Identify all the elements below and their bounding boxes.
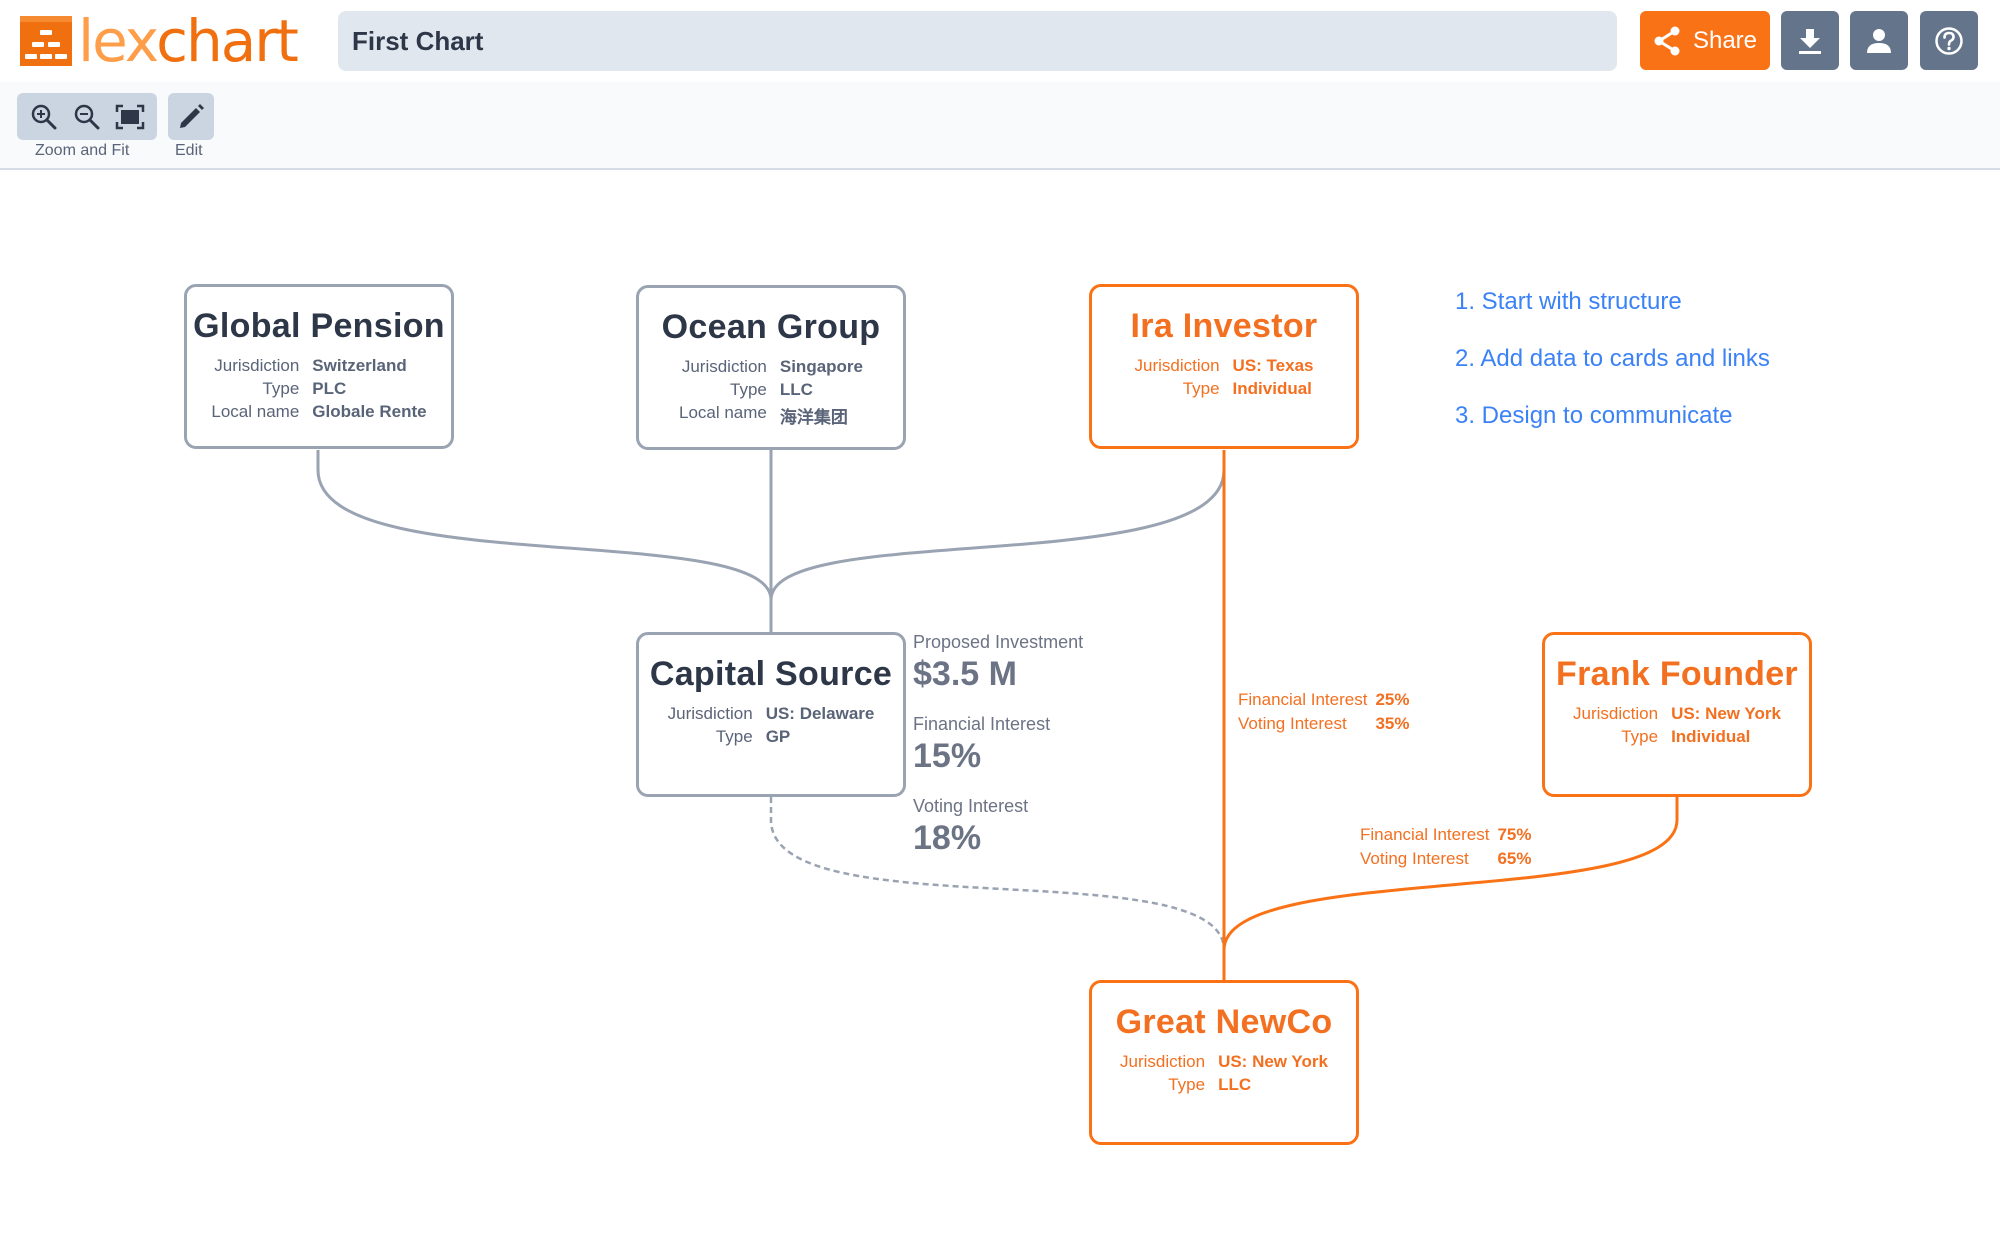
- link-label-frank-to-newco[interactable]: Financial Interest 75% Voting Interest 65%: [1360, 825, 1531, 869]
- chart-title-field[interactable]: [338, 11, 1617, 71]
- annotation-value: 15%: [913, 737, 982, 775]
- share-icon: [1654, 26, 1680, 55]
- zoom-and-fit-group: [17, 93, 157, 140]
- field-value: Singapore: [779, 357, 863, 376]
- field-label: Type: [1621, 727, 1659, 746]
- zoom-in-button[interactable]: [26, 99, 62, 135]
- link-frank-founder-to-great-newco: [1222, 797, 1679, 951]
- note-item: 2. Add data to cards and links: [1455, 345, 1770, 372]
- field-label: Jurisdiction: [667, 704, 753, 723]
- zoom-out-icon: [74, 104, 100, 129]
- lexchart-logo[interactable]: lexchart: [20, 7, 299, 75]
- edit-label: Edit: [175, 142, 203, 159]
- user-account-button[interactable]: [1850, 11, 1908, 70]
- download-button[interactable]: [1781, 11, 1839, 70]
- link-field-value: 75%: [1497, 825, 1532, 844]
- field-value: US: New York: [1218, 1052, 1328, 1071]
- entity-card-capital-source[interactable]: Capital Source Jurisdiction US: Delaware …: [636, 632, 906, 797]
- share-button[interactable]: Share: [1640, 11, 1770, 70]
- annotation-label: Financial Interest: [913, 714, 1051, 734]
- edit-button[interactable]: [168, 93, 214, 140]
- zoom-and-fit-label: Zoom and Fit: [35, 142, 130, 159]
- field-label: Type: [1168, 1075, 1206, 1094]
- link-label-ira-to-newco[interactable]: Financial Interest 25% Voting Interest 35%: [1238, 690, 1409, 734]
- link-field-value: 35%: [1375, 714, 1410, 733]
- link-field-value: 25%: [1375, 690, 1410, 709]
- share-label: Share: [1692, 26, 1758, 54]
- entity-title: Ocean Group: [661, 308, 881, 346]
- fit-screen-icon: [115, 104, 144, 129]
- field-label: Type: [1182, 379, 1220, 398]
- field-value: Individual: [1671, 727, 1751, 746]
- zoom-out-button[interactable]: [69, 99, 105, 135]
- entity-card-great-newco[interactable]: Great NewCo Jurisdiction US: New York Typ…: [1089, 980, 1359, 1145]
- capital-source-annotation[interactable]: Proposed Investment $3.5 M Financial Int…: [913, 632, 1083, 878]
- entity-card-ira-investor[interactable]: Ira Investor Jurisdiction US: Texas Type I…: [1089, 284, 1359, 449]
- annotation-value: $3.5 M: [913, 655, 1017, 693]
- entity-title: Global Pension: [193, 307, 445, 345]
- chart-title-input[interactable]: [352, 25, 1617, 57]
- field-value: GP: [765, 727, 791, 746]
- entity-card-frank-founder[interactable]: Frank Founder Jurisdiction US: New York T…: [1542, 632, 1812, 797]
- field-value: US: Delaware: [765, 704, 875, 723]
- entity-title: Ira Investor: [1130, 307, 1318, 345]
- field-label: Jurisdiction: [1134, 356, 1220, 375]
- logo-icon: [20, 16, 72, 66]
- field-value: LLC: [779, 380, 813, 399]
- annotation-label: Voting Interest: [913, 796, 1029, 816]
- entity-title: Frank Founder: [1556, 655, 1798, 693]
- annotation-label: Proposed Investment: [913, 632, 1084, 652]
- field-label: Jurisdiction: [214, 356, 300, 375]
- help-button[interactable]: [1920, 11, 1978, 70]
- link-ira-investor-to-capital-source: [769, 450, 1226, 601]
- link-field-label: Financial Interest: [1238, 690, 1368, 709]
- app-header: lexchart Share: [0, 0, 2000, 82]
- field-value: Switzerland: [312, 356, 407, 375]
- logo-wordmark: lexchart: [78, 7, 299, 75]
- user-icon: [1867, 28, 1891, 53]
- zoom-in-icon: [32, 104, 57, 129]
- toolbar: Zoom and Fit Edit: [0, 82, 2000, 170]
- field-label: Type: [715, 727, 753, 746]
- field-label: Type: [262, 379, 300, 398]
- field-label: Jurisdiction: [1573, 704, 1659, 723]
- field-label: Jurisdiction: [681, 357, 767, 376]
- field-label: Local name: [678, 403, 767, 422]
- field-value: LLC: [1218, 1075, 1252, 1094]
- entity-title: Great NewCo: [1115, 1003, 1333, 1041]
- entity-card-global-pension[interactable]: Global Pension Jurisdiction Switzerland T…: [184, 284, 454, 449]
- note-item: 3. Design to communicate: [1455, 402, 1733, 429]
- fit-screen-button[interactable]: [112, 99, 148, 135]
- entity-title: Capital Source: [649, 655, 893, 693]
- annotation-value: 18%: [913, 819, 982, 857]
- entity-card-ocean-group[interactable]: Ocean Group Jurisdiction Singapore Type LL…: [636, 285, 906, 450]
- link-field-label: Voting Interest: [1360, 849, 1469, 868]
- field-value: Globale Rente: [312, 402, 427, 421]
- instruction-notes[interactable]: 1. Start with structure 2. Add data to c…: [1455, 288, 1770, 459]
- field-value: 海洋集团: [779, 408, 848, 427]
- link-field-value: 65%: [1497, 849, 1532, 868]
- field-label: Jurisdiction: [1120, 1052, 1206, 1071]
- field-label: Type: [730, 380, 767, 399]
- field-value: PLC: [312, 379, 347, 398]
- download-icon: [1799, 28, 1821, 54]
- field-value: US: New York: [1671, 704, 1781, 723]
- pencil-icon: [180, 103, 204, 128]
- field-value: Individual: [1232, 379, 1312, 398]
- ownership-links: [316, 450, 1679, 980]
- field-label: Local name: [211, 402, 300, 421]
- note-item: 1. Start with structure: [1455, 288, 1682, 315]
- field-value: US: Texas: [1232, 356, 1314, 375]
- help-icon: [1935, 26, 1963, 55]
- link-global-pension-to-capital-source: [316, 450, 773, 632]
- link-field-label: Voting Interest: [1238, 714, 1347, 733]
- link-field-label: Financial Interest: [1360, 825, 1490, 844]
